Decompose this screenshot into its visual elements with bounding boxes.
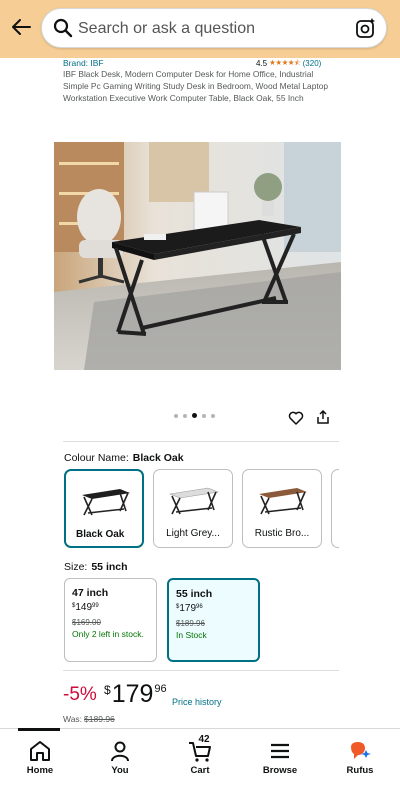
was-label: Was: [63,714,83,724]
nav-home[interactable]: Home [0,729,80,788]
nav-label: Cart [190,765,210,776]
price-whole: 179 [179,603,197,614]
size-option-was-price: $189.96 [176,619,205,628]
size-option-stock: Only 2 left in stock. [72,629,144,639]
nav-label: Rufus [346,765,374,776]
home-icon [30,741,50,761]
nav-you[interactable]: You [80,729,160,788]
nav-label: You [111,765,129,776]
search-icon [53,18,73,38]
discount-percent: -5% [63,684,97,705]
price-cents: 99 [92,603,99,609]
current-price: $ 179 96 [104,680,167,709]
nav-browse[interactable]: Browse [240,729,320,788]
heart-icon[interactable] [288,410,304,426]
cart-count-badge: 42 [198,734,210,745]
was-value: $189.96 [84,714,115,724]
carousel-dot[interactable] [174,413,178,418]
colour-swatches: Black Oak Light Grey... Rustic Bro... [64,469,339,548]
bottom-navigation: Home You 42 Cart Browse Rufus [0,728,400,788]
colour-name-label: Colour Name: Black Oak [64,452,184,464]
search-input[interactable]: Search or ask a question [41,8,387,48]
size-option-name: 47 inch [72,587,109,599]
colour-option-label: Light Grey... [166,528,220,539]
rating-value: 4.5 [256,59,268,68]
divider [63,441,339,442]
colour-option-label: Rustic Bro... [254,528,310,539]
product-title: IBF Black Desk, Modern Computer Desk for… [63,69,329,103]
size-option-55-inch[interactable]: 55 inch $17996 $189.96 In Stock [167,578,260,662]
was-price: Was: $189.96 [63,714,115,724]
search-placeholder: Search or ask a question [78,20,255,37]
nav-cart[interactable]: 42 Cart [160,729,240,788]
menu-icon [271,743,289,759]
brand-link[interactable]: Brand: IBF [63,58,104,68]
divider [63,670,339,671]
product-image[interactable] [54,142,341,370]
price-history-link[interactable]: Price history [172,697,222,707]
size-label-text: Size: [64,561,88,573]
carousel-dot[interactable] [202,413,206,418]
nav-label: Browse [262,765,298,776]
carousel-dot-active[interactable] [192,413,197,418]
colour-label-text: Colour Name: [64,452,129,464]
desk-thumbnail-icon [82,489,130,516]
size-option-price: $17996 [176,603,251,614]
price-whole: 179 [111,680,154,708]
colour-option-rustic-brown[interactable]: Rustic Bro... [242,469,322,548]
carousel-dot[interactable] [183,413,187,418]
colour-selected-value: Black Oak [132,452,184,464]
share-icon[interactable] [315,409,331,425]
price-cents: 96 [196,604,203,610]
size-selected-value: 55 inch [91,561,128,573]
price-whole: 149 [75,602,93,613]
size-option-stock: In Stock [176,630,207,640]
price-currency: $ [104,683,111,697]
size-option-name: 55 inch [176,588,213,600]
colour-option-black-oak[interactable]: Black Oak [64,469,144,548]
size-option-47-inch[interactable]: 47 inch $14999 $169.00 Only 2 left in st… [64,578,157,662]
size-option-was-price: $169.00 [72,618,101,627]
nav-label: Home [26,765,54,776]
review-count[interactable]: (320) [303,59,322,68]
desk-thumbnail-icon [168,487,220,515]
price-cents: 96 [154,683,167,695]
nav-rufus[interactable]: Rufus [320,729,400,788]
size-option-price: $14999 [72,602,149,613]
camera-lens-icon[interactable] [355,17,377,39]
colour-option-light-grey[interactable]: Light Grey... [153,469,233,548]
desk-thumbnail-icon [259,488,307,515]
image-carousel-dots[interactable] [174,413,215,418]
rufus-icon [351,742,371,759]
colour-option-partial[interactable] [331,469,339,548]
back-arrow-icon[interactable] [8,14,34,40]
size-label: Size: 55 inch [64,561,128,573]
user-icon [111,741,129,762]
top-search-bar: Search or ask a question [0,0,400,58]
colour-option-label: Black Oak [76,529,125,540]
carousel-dot[interactable] [211,413,215,418]
